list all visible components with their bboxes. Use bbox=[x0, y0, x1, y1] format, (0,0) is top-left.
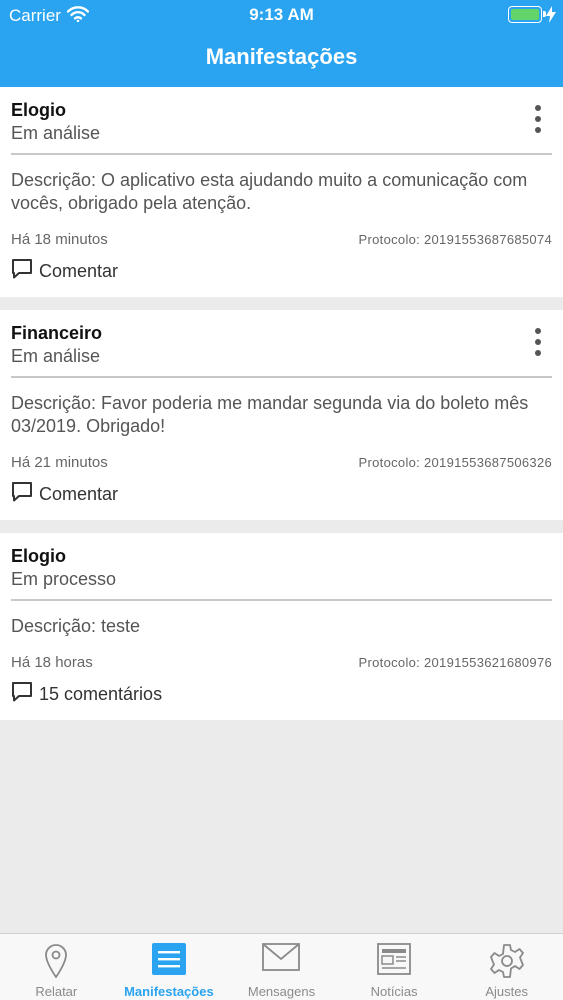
top-bar: Carrier 9:13 AM Manifestações bbox=[0, 0, 563, 87]
card-meta: Há 21 minutos Protocolo: 2019155368750632… bbox=[11, 454, 552, 471]
comment-icon bbox=[11, 258, 39, 284]
comment-label: Comentar bbox=[39, 260, 119, 281]
more-options-icon[interactable] bbox=[531, 105, 545, 133]
card-description: Descrição: O aplicativo esta ajudando mu… bbox=[11, 170, 528, 213]
divider bbox=[11, 376, 552, 378]
tab-label: Manifestações bbox=[124, 984, 214, 999]
comment-button[interactable]: Comentar bbox=[11, 481, 552, 520]
divider bbox=[11, 153, 552, 155]
status-bar: Carrier 9:13 AM bbox=[0, 0, 563, 30]
tab-relatar[interactable]: Relatar bbox=[0, 934, 113, 1000]
clock: 9:13 AM bbox=[249, 5, 314, 24]
manifestation-card[interactable]: Financeiro Em análise Descrição: Favor pod… bbox=[0, 310, 563, 520]
tab-label: Notícias bbox=[370, 984, 418, 999]
divider bbox=[11, 599, 552, 601]
comment-label: Comentar bbox=[39, 483, 119, 504]
comment-icon bbox=[11, 481, 39, 507]
comment-button[interactable]: Comentar bbox=[11, 258, 552, 297]
manifestation-list: Elogio Em análise Descrição: O aplicativo … bbox=[0, 87, 563, 733]
tab-noticias[interactable]: Notícias bbox=[338, 934, 451, 1000]
card-type: Elogio bbox=[11, 100, 66, 120]
tab-mensagens[interactable]: Mensagens bbox=[225, 934, 338, 1000]
comment-button[interactable]: 15 comentários bbox=[11, 681, 552, 720]
tab-manifestacoes[interactable]: Manifestações bbox=[113, 934, 226, 1000]
card-type: Financeiro bbox=[11, 323, 103, 343]
protocol-number: Protocolo: 20191553687506326 bbox=[358, 455, 552, 470]
manifestation-card[interactable]: Elogio Em análise Descrição: O aplicativo … bbox=[0, 87, 563, 297]
card-description: Descrição: Favor poderia me mandar segun… bbox=[11, 393, 529, 436]
card-meta: Há 18 minutos Protocolo: 2019155368768507… bbox=[11, 231, 552, 248]
time-ago: Há 18 minutos bbox=[11, 231, 108, 248]
tab-label: Mensagens bbox=[247, 984, 316, 999]
page-title: Manifestações bbox=[205, 44, 358, 69]
comment-label: 15 comentários bbox=[39, 683, 163, 704]
tab-label: Ajustes bbox=[485, 984, 528, 999]
card-type: Elogio bbox=[11, 546, 66, 566]
tab-ajustes[interactable]: Ajustes bbox=[450, 934, 563, 1000]
card-status: Em processo bbox=[11, 569, 117, 589]
battery-icon bbox=[508, 6, 546, 23]
tab-label: Relatar bbox=[35, 984, 78, 999]
card-meta: Há 18 horas Protocolo: 20191553621680976 bbox=[11, 654, 552, 671]
time-ago: Há 21 minutos bbox=[11, 454, 108, 471]
protocol-number: Protocolo: 20191553621680976 bbox=[358, 655, 552, 670]
protocol-number: Protocolo: 20191553687685074 bbox=[358, 232, 552, 247]
charging-bolt-icon bbox=[546, 6, 556, 28]
tab-bar: Relatar Manifestações Mensagens Notícias Aju… bbox=[0, 933, 563, 1000]
card-description: Descrição: teste bbox=[11, 616, 141, 636]
more-options-icon[interactable] bbox=[531, 328, 545, 356]
card-status: Em análise bbox=[11, 346, 101, 366]
time-ago: Há 18 horas bbox=[11, 654, 93, 671]
comment-icon bbox=[11, 681, 39, 707]
card-status: Em análise bbox=[11, 123, 101, 143]
manifestation-card[interactable]: Elogio Em processo Descrição: teste Há 18 h… bbox=[0, 533, 563, 720]
